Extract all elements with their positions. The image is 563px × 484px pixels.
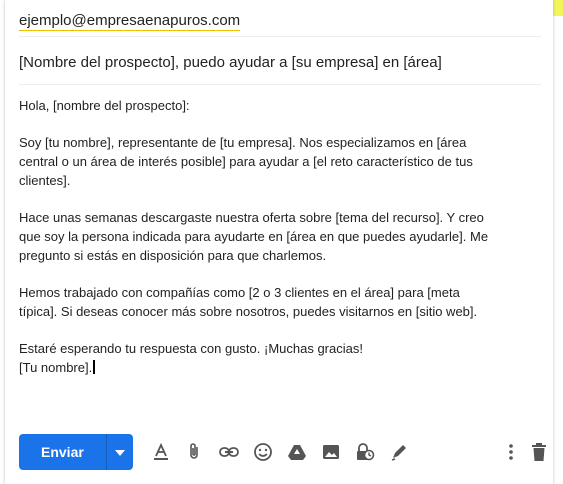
dropdown-arrow-icon: [114, 443, 125, 461]
body-paragraph-3: Hemos trabajado con compañías como [2 o …: [19, 285, 478, 319]
trash-icon[interactable]: [527, 440, 551, 464]
body-paragraph-1: Soy [tu nombre], representante de [tu em…: [19, 135, 473, 188]
send-button[interactable]: Enviar: [19, 434, 106, 470]
to-field[interactable]: ejemplo@empresaenapuros.com: [19, 12, 541, 37]
emoji-icon[interactable]: [251, 440, 275, 464]
confidential-icon[interactable]: [353, 440, 377, 464]
formatting-icon[interactable]: [149, 440, 173, 464]
body-closing: Estaré esperando tu respuesta con gusto.…: [19, 339, 541, 377]
signature-line: [Tu nombre].: [19, 360, 93, 375]
link-icon[interactable]: [217, 440, 241, 464]
signature-icon[interactable]: [387, 440, 411, 464]
closing-line: Estaré esperando tu respuesta con gusto.…: [19, 341, 363, 356]
text-cursor: [93, 360, 96, 374]
body-paragraph-2: Hace unas semanas descargaste nuestra of…: [19, 210, 489, 263]
compose-window: ejemplo@empresaenapuros.com [Nombre del …: [5, 0, 553, 484]
compose-toolbar: Enviar: [19, 434, 546, 470]
subject-text[interactable]: [Nombre del prospecto], puedo ayudar a […: [19, 54, 442, 71]
send-options-button[interactable]: [105, 434, 133, 470]
drive-icon[interactable]: [285, 440, 309, 464]
body-greeting: Hola, [nombre del prospecto]:: [19, 98, 190, 113]
subject-field[interactable]: [Nombre del prospecto], puedo ayudar a […: [19, 54, 541, 85]
send-button-group: Enviar: [19, 434, 133, 470]
recipient-address[interactable]: ejemplo@empresaenapuros.com: [19, 12, 241, 31]
more-options-icon[interactable]: [499, 440, 523, 464]
message-body[interactable]: Hola, [nombre del prospecto]: Soy [tu no…: [19, 96, 541, 377]
attach-icon[interactable]: [183, 440, 207, 464]
photo-icon[interactable]: [319, 440, 343, 464]
